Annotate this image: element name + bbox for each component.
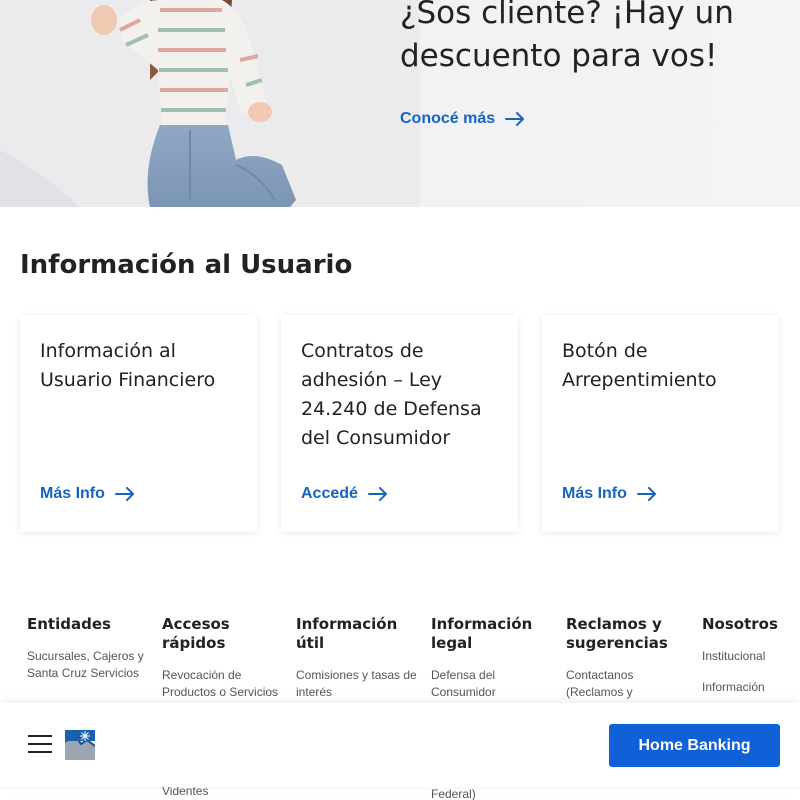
hero-link-label: Conocé más [400, 110, 496, 127]
arrow-right-icon [367, 487, 387, 501]
bank-logo-icon[interactable] [65, 730, 95, 760]
arrow-right-icon [114, 487, 134, 501]
sticky-bottom-bar: Home Banking [0, 703, 800, 787]
card-usuario-financiero: Información al Usuario Financiero Más In… [20, 315, 257, 532]
footer-col-nosotros: Nosotros Institucional Información [702, 615, 797, 710]
footer-col-title: Información útil [296, 615, 398, 652]
card-boton-arrepentimiento: Botón de Arrepentimiento Más Info [542, 315, 779, 532]
footer-col-title: Información legal [431, 615, 533, 652]
card-title: Información al Usuario Financiero [40, 340, 216, 391]
footer-col-title: Entidades [27, 615, 111, 633]
footer-link[interactable]: Institucional [702, 648, 797, 665]
card-link-label: Accedé [301, 485, 358, 502]
home-banking-button[interactable]: Home Banking [609, 724, 780, 767]
footer-col-title: Nosotros [702, 615, 778, 633]
footer-partial-text[interactable]: Federal) [431, 787, 476, 800]
card-link-label: Más Info [40, 485, 105, 502]
card-title: Botón de Arrepentimiento [562, 340, 717, 391]
arrow-right-icon [505, 112, 525, 126]
card-mas-info-link[interactable]: Más Info [562, 485, 657, 503]
footer-col-entidades: Entidades Sucursales, Cajeros y Santa Cr… [27, 615, 152, 696]
footer-col-informacion-legal: Información legal Defensa del Consumidor [431, 615, 556, 715]
hero-banner: ¿Sos cliente? ¡Hay un descuento para vos… [0, 0, 800, 207]
footer-link[interactable]: Defensa del Consumidor [431, 667, 556, 701]
user-info-cards: Información al Usuario Financiero Más In… [20, 315, 780, 532]
footer-link[interactable]: Información [702, 679, 797, 696]
hero-title: ¿Sos cliente? ¡Hay un descuento para vos… [400, 0, 734, 74]
card-link-label: Más Info [562, 485, 627, 502]
hero-woman-image [0, 0, 420, 207]
arrow-right-icon [636, 487, 656, 501]
footer-col-reclamos: Reclamos y sugerencias Contactanos (Recl… [566, 615, 691, 715]
user-info-section-title: Información al Usuario [20, 250, 353, 280]
footer-col-informacion-util: Información útil Comisiones y tasas de i… [296, 615, 421, 715]
card-contratos-adhesion: Contratos de adhesión – Ley 24.240 de De… [281, 315, 518, 532]
hero-conoce-mas-link[interactable]: Conocé más [400, 110, 525, 128]
footer-link[interactable]: Revocación de Productos o Servicios [162, 667, 287, 701]
footer-link[interactable]: Sucursales, Cajeros y Santa Cruz Servici… [27, 648, 152, 682]
hamburger-menu-icon[interactable] [28, 735, 52, 755]
card-title: Contratos de adhesión – Ley 24.240 de De… [301, 340, 482, 449]
footer-link[interactable]: Contactanos (Reclamos y [566, 667, 691, 701]
footer-link[interactable]: Comisiones y tasas de interés [296, 667, 421, 701]
footer-col-title: Reclamos y sugerencias [566, 615, 668, 652]
card-accede-link[interactable]: Accedé [301, 485, 388, 503]
footer-col-accesos-rapidos: Accesos rápidos Revocación de Productos … [162, 615, 287, 715]
footer-col-title: Accesos rápidos [162, 615, 230, 652]
card-mas-info-link[interactable]: Más Info [40, 485, 135, 503]
